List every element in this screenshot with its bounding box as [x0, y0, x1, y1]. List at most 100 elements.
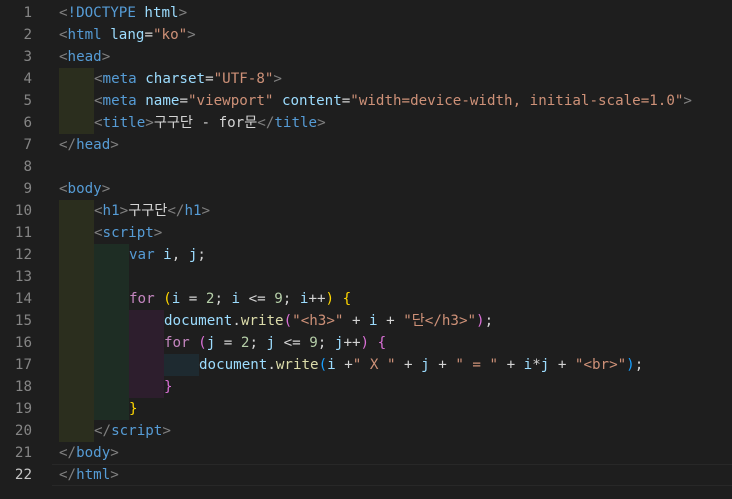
line-number: 10 — [14, 203, 32, 219]
code-token: document — [199, 357, 268, 373]
code-text: <head> — [59, 46, 110, 68]
line-number: 19 — [14, 401, 32, 417]
code-token: head — [67, 49, 102, 65]
code-token: < — [94, 71, 103, 87]
code-token: = — [144, 27, 153, 43]
line-number: 22 — [14, 467, 32, 483]
line-number: 16 — [14, 335, 32, 351]
code-line[interactable]: 5 <meta name="viewport" content="width=de… — [0, 90, 732, 112]
code-text: <title>구구단 - for문</title> — [94, 112, 326, 134]
code-token: = — [205, 71, 214, 87]
code-token: + — [395, 357, 422, 373]
code-text: </head> — [59, 134, 119, 156]
indent-guide — [59, 332, 94, 354]
code-line[interactable]: 4 <meta charset="UTF-8"> — [0, 68, 732, 90]
code-token: > — [201, 203, 211, 219]
code-line[interactable]: 10 <h1>구구단</h1> — [0, 200, 732, 222]
code-token: . — [232, 313, 241, 329]
code-line[interactable]: 8 — [0, 156, 732, 178]
code-line[interactable]: 14 for (i = 2; i <= 9; i++) { — [0, 288, 732, 310]
code-token: { — [342, 291, 352, 307]
code-token: ; — [484, 313, 494, 329]
line-number: 17 — [14, 357, 32, 373]
code-token: for — [129, 291, 164, 307]
indent-guide — [94, 288, 129, 310]
code-line[interactable]: 6 <title>구구단 - for문</title> — [0, 112, 732, 134]
code-token: j — [540, 357, 550, 373]
code-line[interactable]: 13 — [0, 266, 732, 288]
line-number: 2 — [23, 27, 32, 43]
code-line[interactable]: 15 document.write("<h3>" + i + "단</h3>"); — [0, 310, 732, 332]
code-token: title — [102, 115, 146, 131]
code-token: + — [429, 357, 456, 373]
indent-guide — [129, 332, 164, 354]
code-line[interactable]: 7 </head> — [0, 134, 732, 156]
code-line[interactable]: 11 <script> — [0, 222, 732, 244]
code-token: "width=device-width, initial-scale=1.0" — [350, 93, 684, 109]
code-token: + — [343, 313, 370, 329]
indent-guide — [59, 200, 94, 222]
code-token: "<br>" — [574, 357, 627, 373]
code-token: j — [206, 335, 216, 351]
code-line[interactable]: 22 </html> — [0, 464, 732, 486]
code-token: + — [549, 357, 575, 373]
code-line[interactable]: 3 <head> — [0, 46, 732, 68]
line-number: 18 — [14, 379, 32, 395]
code-token: ; — [249, 335, 267, 351]
indent-guide — [129, 376, 164, 398]
code-token: !DOCTYPE — [67, 5, 145, 21]
code-token: 구구단 — [128, 203, 168, 219]
code-line[interactable]: 20 </script> — [0, 420, 732, 442]
code-token: ( — [198, 335, 207, 351]
code-token: html — [67, 27, 111, 43]
code-token: " = " — [455, 357, 499, 373]
indent-guide — [59, 310, 94, 332]
code-token: </ — [59, 467, 77, 483]
code-line[interactable]: 1 <!DOCTYPE html> — [0, 2, 732, 24]
code-token: 9 — [274, 291, 283, 307]
code-line[interactable]: 12 var i, j; — [0, 244, 732, 266]
code-token: < — [59, 5, 68, 21]
code-token: < — [94, 225, 103, 241]
line-number: 7 — [23, 137, 32, 153]
code-token: i — [523, 357, 533, 373]
code-token: "viewport" — [187, 93, 282, 109]
line-number: 4 — [23, 71, 32, 87]
code-token: . — [267, 357, 276, 373]
code-token: title — [274, 115, 318, 131]
code-line[interactable]: 9 <body> — [0, 178, 732, 200]
code-line[interactable]: 19} — [0, 398, 732, 420]
indent-guide — [59, 68, 94, 90]
line-number: 12 — [14, 247, 32, 263]
code-line[interactable]: 16 for (j = 2; j <= 9; j++) { — [0, 332, 732, 354]
code-token: </ — [59, 445, 77, 461]
code-line[interactable]: 18} — [0, 376, 732, 398]
code-token: ) — [626, 357, 635, 373]
code-token: + — [335, 357, 353, 373]
code-line[interactable]: 21 </body> — [0, 442, 732, 464]
code-token: j — [421, 357, 430, 373]
code-token: j — [266, 335, 276, 351]
line-number: 8 — [23, 159, 32, 175]
code-editor[interactable]: 1 <!DOCTYPE html> 2 <html lang="ko"> 3 <head>… — [0, 0, 732, 499]
code-token: > — [162, 423, 171, 439]
code-token: > — [110, 137, 119, 153]
code-text: for (j = 2; j <= 9; j++) { — [164, 332, 386, 354]
indent-guide — [94, 354, 129, 376]
code-token: </ — [167, 203, 185, 219]
line-number: 21 — [14, 445, 32, 461]
code-token: </ — [257, 115, 275, 131]
code-token: </ — [59, 137, 77, 153]
code-line[interactable]: 17 document.write(i +" X " + j + " = " + … — [0, 354, 732, 376]
code-token: ( — [163, 291, 172, 307]
code-token: ; — [282, 291, 300, 307]
code-token: script — [111, 423, 163, 439]
line-number: 1 — [23, 5, 32, 21]
indent-guide — [94, 398, 129, 420]
line-number: 5 — [23, 93, 32, 109]
code-line[interactable]: 2 <html lang="ko"> — [0, 24, 732, 46]
code-token: i — [231, 291, 241, 307]
code-token: > — [110, 467, 119, 483]
code-token: > — [178, 5, 188, 21]
code-text: </body> — [59, 442, 119, 464]
